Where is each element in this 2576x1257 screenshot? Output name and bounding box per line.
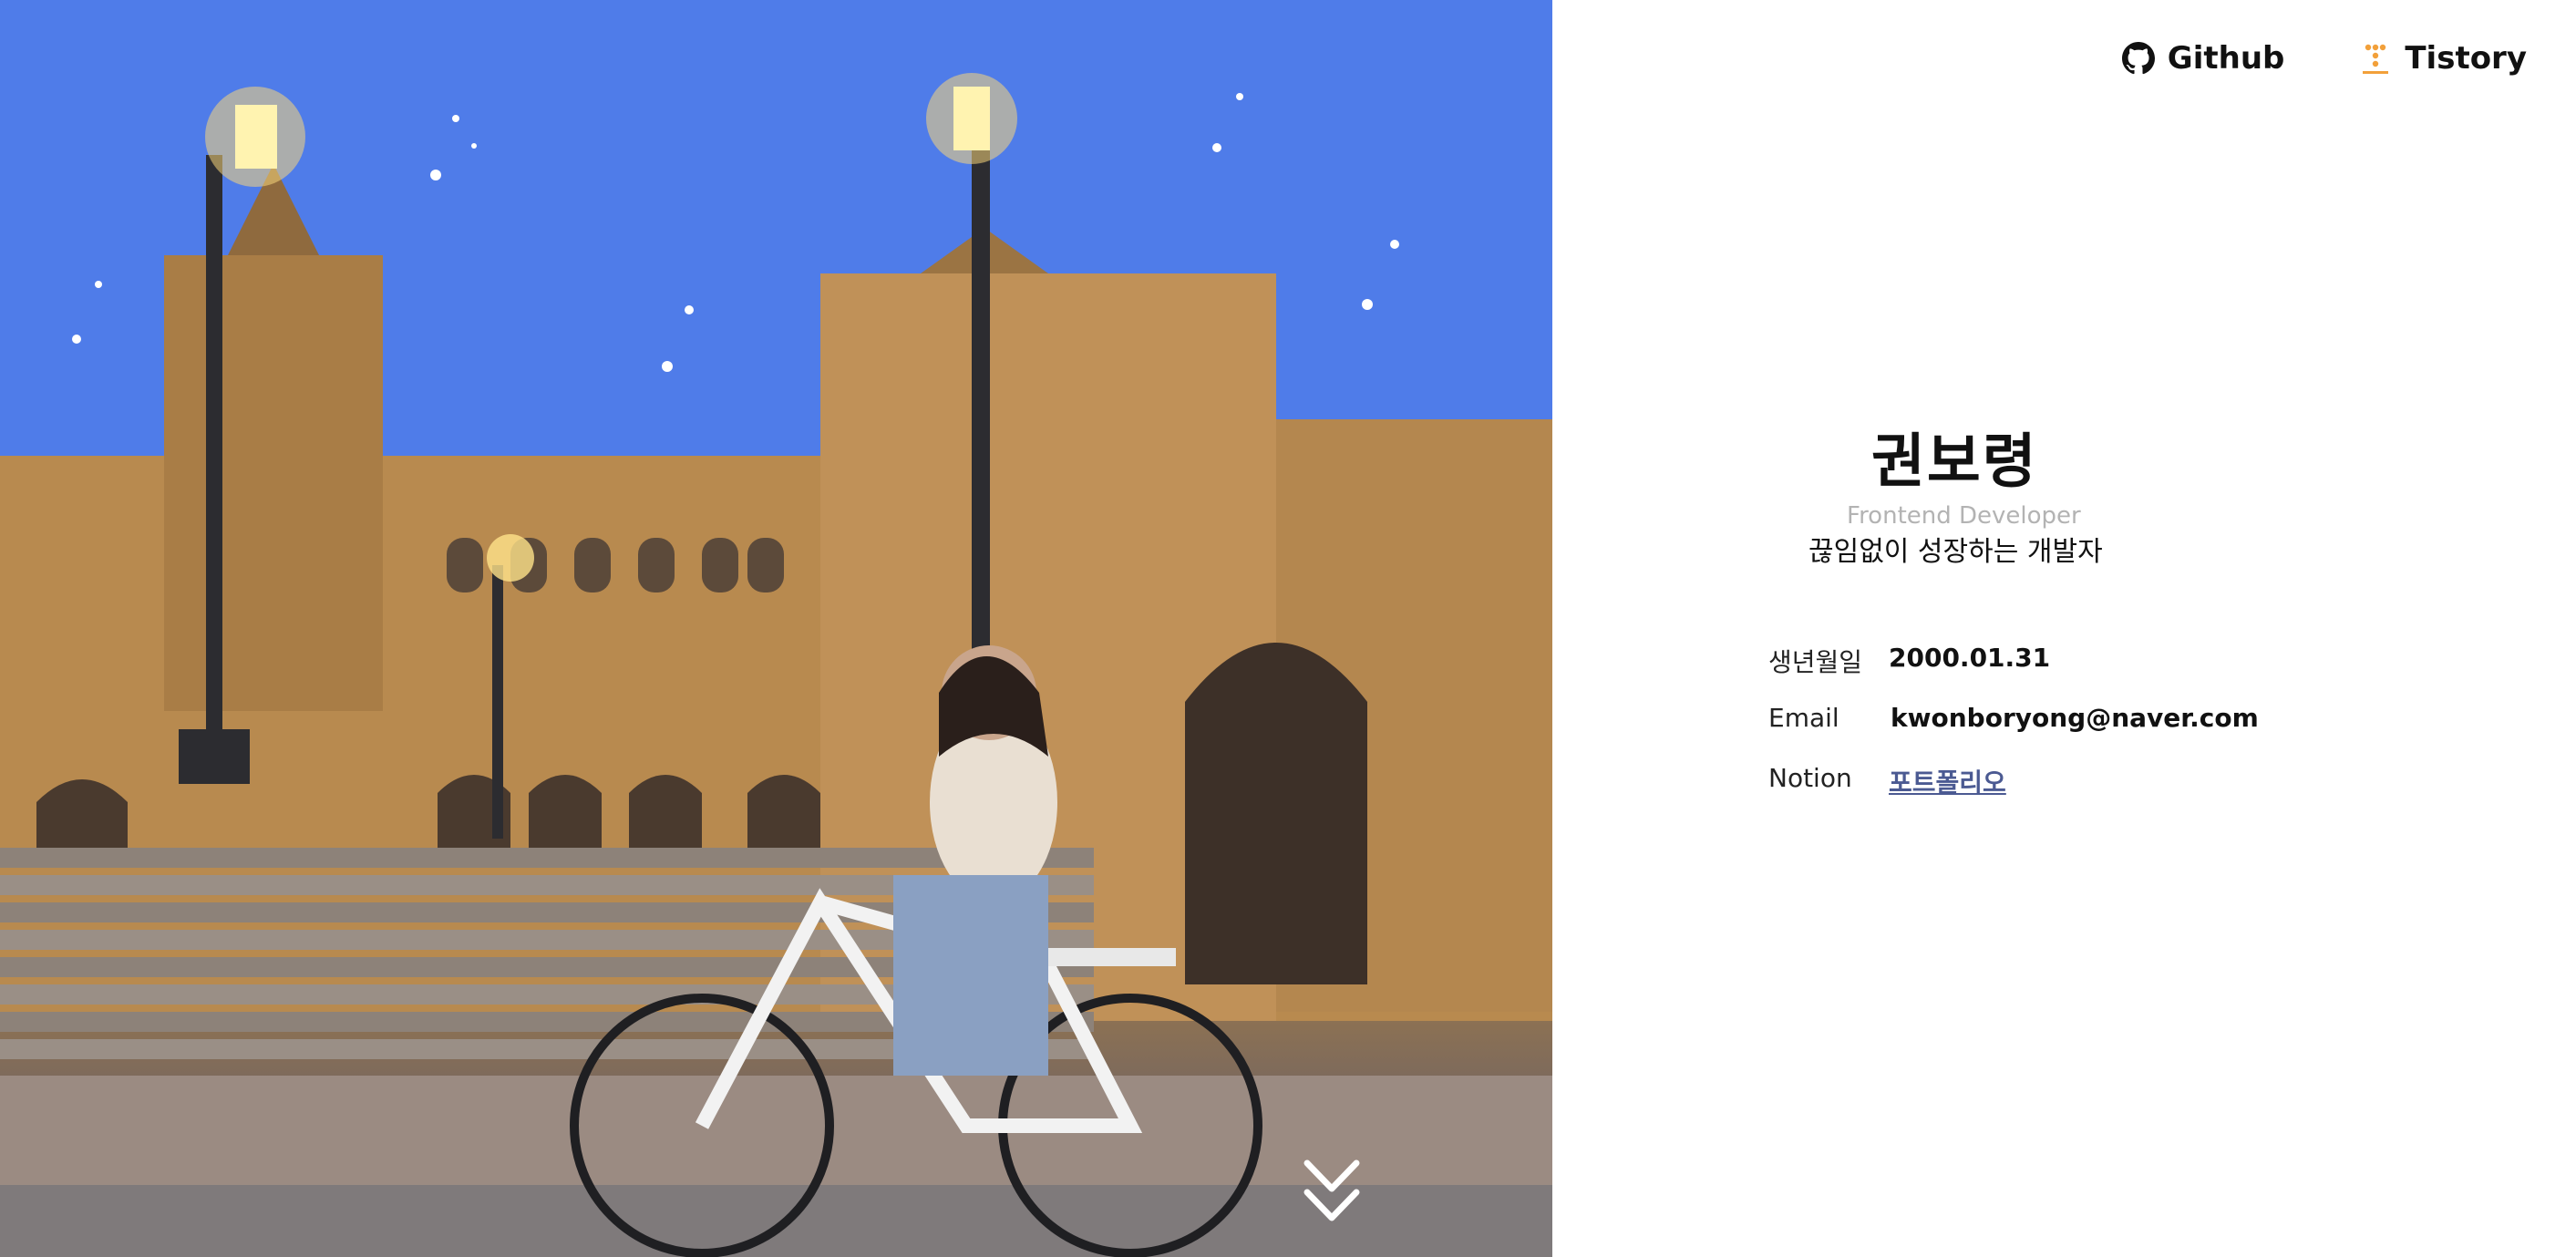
profile-name: 권보령: [1871, 428, 2038, 496]
notion-label: Notion: [1768, 763, 1852, 793]
top-nav: Github Tistory: [2121, 40, 2527, 77]
profile-info-list: 생년월일 2000.01.31 Email kwonboryong@naver.…: [1768, 643, 2361, 823]
hero-photo: [0, 0, 1552, 1257]
github-link-label: Github: [2167, 40, 2285, 77]
profile-role: Frontend Developer: [1847, 502, 2081, 530]
info-row-notion: Notion 포트폴리오: [1768, 763, 2361, 823]
github-icon: [2121, 42, 2155, 75]
email-label: Email: [1768, 703, 1839, 733]
scroll-down-button[interactable]: [1302, 1156, 1362, 1229]
birth-label: 생년월일: [1768, 647, 1863, 677]
profile-tagline: 끊임없이 성장하는 개발자: [1808, 536, 2103, 568]
email-value: kwonboryong@naver.com: [1891, 703, 2259, 733]
portfolio-page: Github Tistory 권보령 Frontend Developer 끊임…: [0, 0, 2576, 1257]
notion-portfolio-link[interactable]: 포트폴리오: [1889, 763, 2006, 799]
tistory-link[interactable]: Tistory: [2359, 40, 2527, 77]
hero-illustration: [0, 0, 1552, 1257]
github-link[interactable]: Github: [2121, 40, 2285, 77]
info-row-email: Email kwonboryong@naver.com: [1768, 703, 2361, 763]
tistory-icon: [2359, 42, 2392, 75]
tistory-link-label: Tistory: [2405, 40, 2527, 77]
info-row-birth: 생년월일 2000.01.31: [1768, 643, 2361, 703]
birth-value: 2000.01.31: [1889, 643, 2051, 673]
double-chevron-down-icon: [1303, 1159, 1360, 1221]
